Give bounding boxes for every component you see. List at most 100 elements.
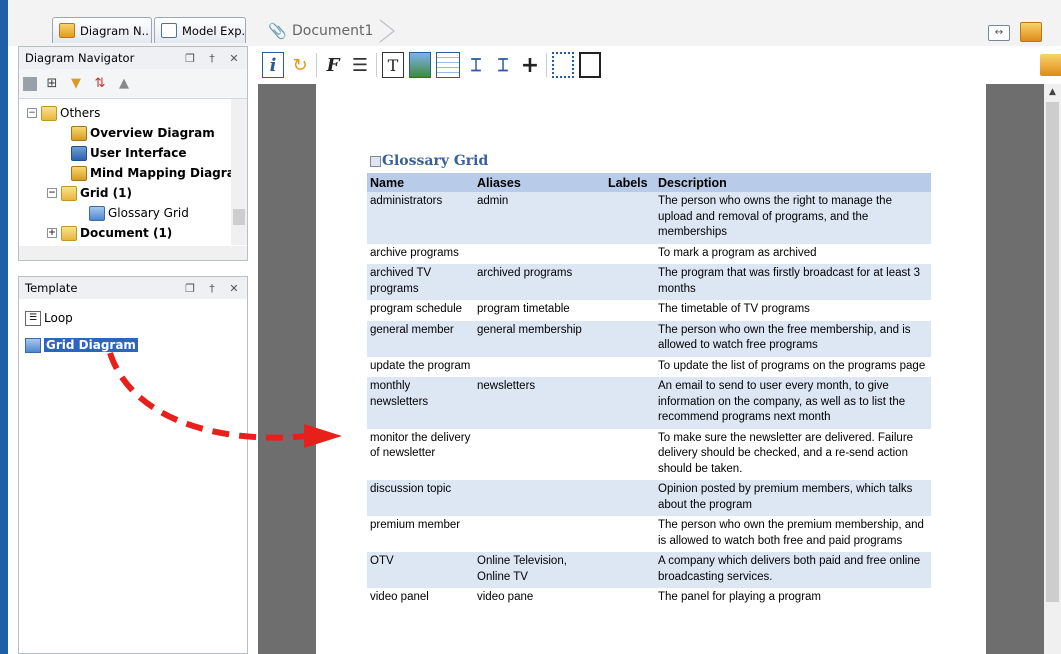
scroll-up-icon[interactable]: ▲ <box>1044 84 1061 100</box>
header-icon[interactable]: ⌶ <box>465 52 487 78</box>
cell-aliases: admin <box>474 192 605 244</box>
column-header-labels: Labels <box>605 173 655 192</box>
filter-icon[interactable]: ▼ <box>67 75 85 93</box>
table-row[interactable]: premium member The person who own the pre… <box>367 516 931 552</box>
restore-icon[interactable]: ❐ <box>183 282 197 295</box>
cell-labels <box>605 243 655 264</box>
tree-item-label: User Interface <box>90 146 187 160</box>
diagram-navigator-panel: Diagram Navigator ❐ † ✕ ⊞ ▼ ⇅ ▲ − Others O… <box>18 46 248 261</box>
tab-diagram-navigator[interactable]: Diagram N.. <box>52 17 152 43</box>
page-border-icon[interactable] <box>552 52 574 78</box>
tree-item[interactable]: Mind Mapping Diagram <box>71 163 233 183</box>
cell-aliases: program timetable <box>474 300 605 321</box>
tree-item-label: Mind Mapping Diagram <box>90 166 233 180</box>
list-icon[interactable]: ☰ <box>349 52 371 78</box>
cell-description: The person who own the free membership, … <box>655 320 931 357</box>
pin-icon[interactable]: † <box>205 52 219 65</box>
diagram-tree: − Others Overview Diagram User Interface Min… <box>19 99 233 245</box>
cell-labels <box>605 377 655 429</box>
column-header-name: Name <box>367 173 474 192</box>
template-item-loop[interactable]: ☰ Loop <box>25 307 241 329</box>
table-row[interactable]: archive programs To mark a program as arc… <box>367 243 931 264</box>
page-setup-icon[interactable] <box>579 52 601 78</box>
cell-name: premium member <box>367 516 474 552</box>
tree-item[interactable]: User Interface <box>71 143 187 163</box>
document-vertical-scrollbar[interactable]: ▲ <box>1044 84 1061 654</box>
tree-item[interactable]: Overview Diagram <box>71 123 215 143</box>
cell-labels <box>605 480 655 516</box>
tree-horizontal-scrollbar[interactable] <box>19 246 247 260</box>
cell-description: To update the list of programs on the pr… <box>655 356 931 377</box>
cell-aliases <box>474 243 605 264</box>
export-icon[interactable] <box>1040 54 1061 76</box>
tree-item-label: Others <box>60 106 101 120</box>
tree-item[interactable]: − Grid (1) <box>47 183 132 203</box>
table-row[interactable]: monitor the delivery of newsletter To mak… <box>367 428 931 480</box>
cell-aliases: newsletters <box>474 377 605 429</box>
cell-labels <box>605 264 655 300</box>
cell-name: discussion topic <box>367 480 474 516</box>
grid-diagram-icon <box>25 337 41 353</box>
navigator-toolbar: ⊞ ▼ ⇅ ▲ <box>19 69 247 99</box>
folder-icon <box>61 225 77 241</box>
font-icon[interactable]: F <box>322 52 344 78</box>
table-icon[interactable] <box>436 52 460 78</box>
cell-name: archive programs <box>367 243 474 264</box>
glossary-grid-title[interactable]: Glossary Grid <box>370 153 488 169</box>
info-icon[interactable]: i <box>262 52 284 78</box>
column-header-description: Description <box>655 173 931 192</box>
collapse-icon[interactable] <box>23 76 37 91</box>
close-icon[interactable]: ✕ <box>227 52 241 65</box>
table-row[interactable]: monthly newsletters newsletters An email t… <box>367 377 931 429</box>
table-row[interactable]: video panel video pane The panel for playi… <box>367 588 931 609</box>
glossary-table[interactable]: Name Aliases Labels Description administ… <box>367 173 931 609</box>
cell-labels <box>605 192 655 244</box>
cell-description: The timetable of TV programs <box>655 300 931 321</box>
table-header-row: Name Aliases Labels Description <box>367 173 931 192</box>
footer-icon[interactable]: ⌶ <box>492 52 514 78</box>
glossary-table-body: administrators admin The person who owns t… <box>367 192 931 609</box>
cell-labels <box>605 588 655 609</box>
table-row[interactable]: update the program To update the list of … <box>367 356 931 377</box>
glossary-grid-title-text: Glossary Grid <box>382 153 489 169</box>
fit-width-icon[interactable]: ↔ <box>988 25 1010 41</box>
table-row[interactable]: administrators admin The person who owns t… <box>367 192 931 244</box>
cell-description: To mark a program as archived <box>655 243 931 264</box>
table-row[interactable]: general member general membership The pers… <box>367 320 931 357</box>
table-row[interactable]: program schedule program timetable The tim… <box>367 300 931 321</box>
tree-item[interactable]: Glossary Grid <box>89 203 189 223</box>
pin-icon[interactable]: † <box>205 282 219 295</box>
text-icon[interactable]: T <box>382 52 404 78</box>
expand-node-icon[interactable]: + <box>47 228 57 238</box>
collapse-node-icon[interactable]: − <box>27 108 37 118</box>
tree-item[interactable]: + Document (1) <box>47 223 172 243</box>
tab-model-explorer-label: Model Exp.. <box>182 23 246 38</box>
cell-name: monitor the delivery of newsletter <box>367 428 474 480</box>
tree-view-icon[interactable]: ⊞ <box>43 75 61 93</box>
cell-description: The person who own the premium membershi… <box>655 516 931 552</box>
restore-icon[interactable]: ❐ <box>183 52 197 65</box>
toolbar-separator <box>376 53 377 77</box>
table-row[interactable]: OTV Online Television, Online TV A company… <box>367 552 931 588</box>
tree-vertical-scrollbar[interactable] <box>231 99 247 245</box>
close-icon[interactable]: ✕ <box>227 282 241 295</box>
image-icon[interactable] <box>409 52 431 78</box>
tab-model-explorer[interactable]: Model Exp.. <box>154 17 246 43</box>
add-icon[interactable]: + <box>519 52 541 78</box>
cell-name: program schedule <box>367 300 474 321</box>
tab-document[interactable]: 📎 Document1 <box>260 18 396 44</box>
overview-diagram-icon <box>71 125 87 141</box>
refresh-icon[interactable]: ↻ <box>289 52 311 78</box>
collapse-node-icon[interactable]: − <box>47 188 57 198</box>
folder-icon <box>61 185 77 201</box>
table-row[interactable]: archived TV programs archived programs The… <box>367 264 931 300</box>
tree-item-label: Document (1) <box>80 226 173 240</box>
toolbar-separator <box>316 53 317 77</box>
table-row[interactable]: discussion topic Opinion posted by premiu… <box>367 480 931 516</box>
template-panel: Template ❐ † ✕ ☰ Loop Grid Diagram <box>18 276 248 654</box>
open-folder-icon[interactable] <box>1020 22 1042 42</box>
up-icon[interactable]: ▲ <box>115 75 133 93</box>
tree-item[interactable]: − Others <box>27 103 100 123</box>
cell-aliases <box>474 516 605 552</box>
sort-icon[interactable]: ⇅ <box>91 75 109 93</box>
